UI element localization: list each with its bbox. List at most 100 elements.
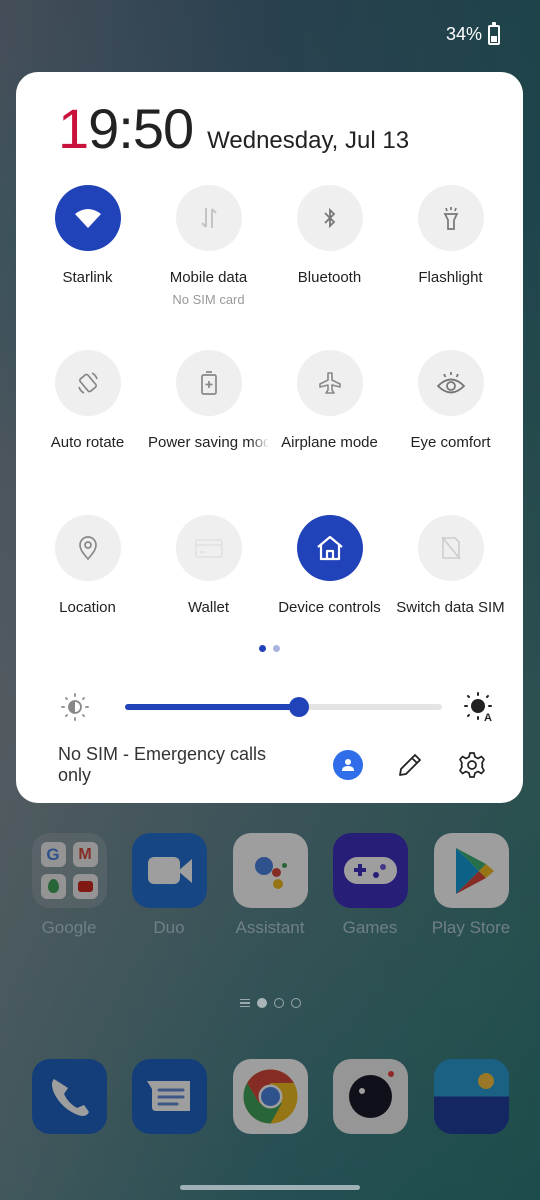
user-switch-button[interactable]: [332, 749, 364, 781]
chrome-icon: [232, 1059, 308, 1134]
svg-text:A: A: [484, 712, 492, 722]
qs-page-indicator: [16, 645, 523, 652]
tile-location[interactable]: Location: [27, 515, 148, 616]
battery-saver-icon: [200, 371, 217, 395]
tile-circle[interactable]: [296, 515, 363, 581]
user-icon: [333, 750, 363, 780]
bluetooth-icon: [323, 207, 335, 229]
app-label: Duo: [153, 918, 185, 937]
battery-icon: [488, 21, 500, 45]
phone-icon: [31, 1059, 107, 1134]
app-duo[interactable]: Duo: [119, 833, 219, 938]
gesture-nav-handle[interactable]: [180, 1185, 360, 1190]
home-page-indicator: [0, 998, 540, 1008]
dock-chrome[interactable]: [220, 1059, 320, 1134]
tile-circle[interactable]: [417, 185, 484, 251]
tile-label: Starlink: [62, 269, 113, 286]
tile-label: Flashlight: [418, 269, 483, 286]
tile-circle[interactable]: [296, 350, 363, 416]
tile-label: Auto rotate: [50, 434, 125, 451]
mobile-data-icon: [200, 208, 217, 228]
tile-label: Switch data SIM: [396, 599, 505, 616]
tile-label: Power saving mode: [148, 434, 269, 451]
tile-label: Bluetooth: [297, 269, 362, 286]
clock[interactable]: 19:50: [58, 96, 194, 161]
tile-label: Wallet: [187, 599, 230, 616]
tile-label: Location: [59, 599, 116, 616]
brightness-row: A: [60, 692, 492, 722]
brightness-slider-fill: [125, 704, 300, 710]
app-label: Play Store: [431, 918, 511, 937]
tile-bluetooth[interactable]: Bluetooth: [269, 185, 390, 286]
tile-switch-data-sim[interactable]: Switch data SIM: [390, 515, 511, 616]
date[interactable]: Wednesday, Jul 13: [207, 127, 409, 155]
tile-circle[interactable]: [175, 515, 242, 581]
assistant-icon: [232, 833, 308, 908]
home-icon: [316, 535, 343, 561]
app-games[interactable]: Games: [320, 833, 420, 938]
home-page-dot[interactable]: [290, 998, 301, 1008]
tile-airplane-mode[interactable]: Airplane mode: [269, 350, 390, 451]
tile-label: Device controls: [278, 599, 381, 616]
brightness-low-icon: [61, 693, 89, 721]
tile-circle[interactable]: [417, 350, 484, 416]
brightness-slider-thumb[interactable]: [289, 697, 310, 717]
play-store-icon: [433, 833, 509, 908]
page-dot[interactable]: [273, 645, 280, 652]
app-label: Games: [342, 918, 398, 937]
battery-percent: 34%: [445, 24, 482, 44]
tile-circle[interactable]: [54, 515, 121, 581]
tile-sublabel: No SIM card: [172, 292, 245, 307]
page-dot-active[interactable]: [259, 645, 266, 652]
tile-label: Eye comfort: [410, 434, 491, 451]
settings-button[interactable]: [456, 749, 488, 781]
tile-label: Airplane mode: [281, 434, 378, 451]
tile-wallet[interactable]: Wallet: [148, 515, 269, 616]
app-play-store[interactable]: Play Store: [421, 833, 521, 938]
brightness-slider[interactable]: [125, 697, 442, 717]
tile-eye-comfort[interactable]: Eye comfort: [390, 350, 511, 451]
clock-date-row: 19:50 Wednesday, Jul 13: [58, 96, 409, 161]
tile-mobile-data[interactable]: Mobile data No SIM card: [148, 185, 269, 307]
brightness-auto-icon[interactable]: A: [464, 692, 494, 722]
app-google-folder[interactable]: G M Google: [19, 833, 119, 938]
messages-icon: [131, 1059, 207, 1134]
app-drawer-icon[interactable]: [239, 998, 250, 1008]
tile-circle[interactable]: [175, 350, 242, 416]
tile-circle[interactable]: [417, 515, 484, 581]
dock-camera[interactable]: [320, 1059, 420, 1134]
tile-device-controls[interactable]: Device controls: [269, 515, 390, 616]
dock-gallery[interactable]: [421, 1059, 521, 1134]
sim-off-icon: [440, 536, 461, 560]
home-page-dot[interactable]: [273, 998, 284, 1008]
tile-label: Mobile data: [169, 269, 248, 286]
pencil-icon: [399, 754, 421, 776]
dock-messages[interactable]: [119, 1059, 219, 1134]
tile-auto-rotate[interactable]: Auto rotate: [27, 350, 148, 451]
quick-settings-panel: 19:50 Wednesday, Jul 13 Starlink Mobile …: [16, 72, 523, 803]
wifi-icon: [74, 209, 101, 228]
gamepad-icon: [332, 833, 408, 908]
tile-circle[interactable]: [54, 350, 121, 416]
app-label: Assistant: [235, 918, 305, 937]
qs-footer: No SIM - Emergency calls only: [58, 744, 488, 785]
eye-icon: [436, 372, 465, 394]
tile-circle[interactable]: [54, 185, 121, 251]
tile-flashlight[interactable]: Flashlight: [390, 185, 511, 286]
wallet-card-icon: [194, 539, 223, 558]
tile-circle[interactable]: [175, 185, 242, 251]
location-pin-icon: [78, 536, 97, 561]
google-folder-icon: G M: [31, 833, 107, 908]
dock-phone[interactable]: [19, 1059, 119, 1134]
edit-button[interactable]: [394, 749, 426, 781]
home-page-dot-active[interactable]: [256, 998, 267, 1008]
app-assistant[interactable]: Assistant: [220, 833, 320, 938]
tile-circle[interactable]: [296, 185, 363, 251]
airplane-icon: [318, 372, 341, 394]
tile-wifi[interactable]: Starlink: [27, 185, 148, 286]
auto-rotate-icon: [77, 372, 98, 394]
tile-power-saving[interactable]: Power saving mode: [148, 350, 269, 451]
duo-video-icon: [131, 833, 207, 908]
flashlight-icon: [443, 207, 458, 230]
gallery-icon: [433, 1059, 509, 1134]
